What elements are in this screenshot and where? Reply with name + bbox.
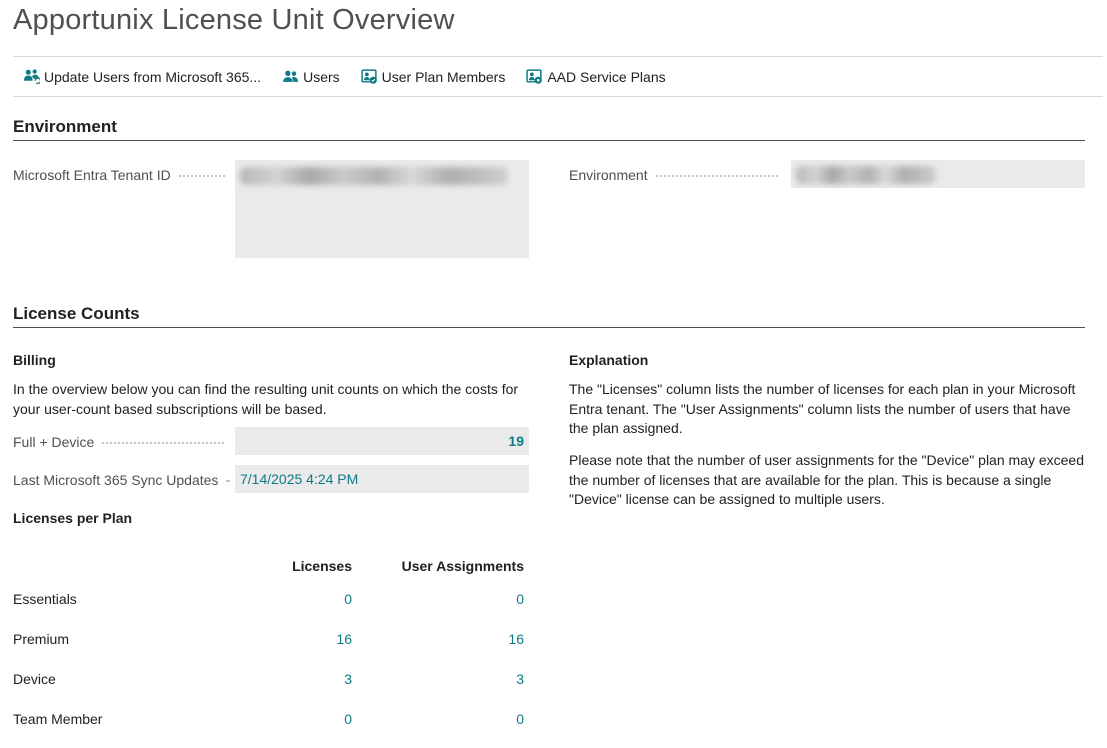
- license-counts-section-rule: [13, 327, 1085, 328]
- users-button[interactable]: Users: [282, 57, 340, 96]
- licenses-column-header[interactable]: Licenses: [239, 552, 352, 579]
- full-device-label: Full + Device: [13, 434, 225, 450]
- environment-section-rule: [13, 140, 1085, 141]
- user-assignments-column-header[interactable]: User Assignments: [352, 552, 524, 579]
- update-users-button[interactable]: Update Users from Microsoft 365...: [23, 57, 261, 96]
- label-leader-dots: [226, 478, 231, 482]
- tenant-id-redacted: [240, 167, 508, 185]
- last-sync-value[interactable]: 7/14/2025 4:24 PM: [240, 471, 358, 487]
- environment-label-text: Environment: [569, 167, 648, 183]
- license-counts-section-title: License Counts: [13, 304, 140, 323]
- user-plan-members-label: User Plan Members: [381, 68, 506, 85]
- users-icon: [283, 70, 299, 82]
- licenses-per-plan-title: Licenses per Plan: [13, 510, 133, 526]
- update-users-label: Update Users from Microsoft 365...: [44, 68, 262, 85]
- licenses-count[interactable]: 0: [344, 591, 352, 607]
- users-label: Users: [303, 68, 340, 85]
- environment-label: Environment: [569, 167, 778, 183]
- licenses-per-plan-table: Licenses User Assignments Essentials 0 0…: [13, 552, 524, 739]
- label-leader-dots: [655, 173, 778, 177]
- table-row: Team Member 0 0: [13, 699, 524, 739]
- explanation-paragraph-2: Please note that the number of user assi…: [569, 452, 1084, 507]
- environment-section-title: Environment: [13, 117, 117, 136]
- user-plan-icon: [360, 69, 377, 84]
- user-assignments-count[interactable]: 0: [516, 711, 524, 727]
- tenant-id-label-text: Microsoft Entra Tenant ID: [13, 167, 171, 183]
- aad-service-plans-button[interactable]: AAD Service Plans: [526, 57, 666, 96]
- environment-redacted: [796, 166, 936, 184]
- full-device-label-text: Full + Device: [13, 434, 95, 450]
- table-row: Device 3 3: [13, 659, 524, 699]
- environment-field[interactable]: [791, 160, 1085, 188]
- licenses-count[interactable]: 16: [336, 631, 352, 647]
- billing-description: In the overview below you can find the r…: [13, 381, 519, 417]
- table-row: Premium 16 16: [13, 619, 524, 659]
- full-device-field[interactable]: 19: [235, 427, 529, 455]
- full-device-value[interactable]: 19: [508, 433, 524, 449]
- user-assignments-count[interactable]: 0: [516, 591, 524, 607]
- plan-name: Team Member: [13, 711, 103, 727]
- users-refresh-icon: [24, 69, 40, 85]
- page-title: Apportunix License Unit Overview: [13, 4, 455, 36]
- user-plan-members-button[interactable]: User Plan Members: [360, 57, 506, 96]
- aad-service-plans-label: AAD Service Plans: [547, 68, 666, 85]
- last-sync-label-text: Last Microsoft 365 Sync Updates: [13, 472, 219, 488]
- plan-name: Essentials: [13, 591, 77, 607]
- explanation-title: Explanation: [569, 352, 649, 368]
- tenant-id-label: Microsoft Entra Tenant ID: [13, 167, 225, 183]
- user-assignments-count[interactable]: 16: [508, 631, 524, 647]
- last-sync-field[interactable]: 7/14/2025 4:24 PM: [235, 465, 529, 493]
- billing-title: Billing: [13, 352, 56, 368]
- explanation-paragraph-1: The "Licenses" column lists the number o…: [569, 381, 1076, 436]
- service-plan-icon: [526, 69, 543, 84]
- label-leader-dots: [102, 440, 225, 444]
- plan-name: Premium: [13, 631, 70, 647]
- licenses-count[interactable]: 0: [344, 711, 352, 727]
- user-assignments-count[interactable]: 3: [516, 671, 524, 687]
- plan-name: Device: [13, 671, 56, 687]
- plan-column-header: [13, 552, 239, 579]
- label-leader-dots: [178, 173, 225, 177]
- table-row: Essentials 0 0: [13, 579, 524, 619]
- last-sync-label: Last Microsoft 365 Sync Updates: [13, 472, 231, 488]
- table-header-row: Licenses User Assignments: [13, 552, 524, 579]
- tenant-id-field[interactable]: [235, 160, 529, 258]
- action-bar: Update Users from Microsoft 365... Users…: [13, 56, 1103, 97]
- licenses-count[interactable]: 3: [344, 671, 352, 687]
